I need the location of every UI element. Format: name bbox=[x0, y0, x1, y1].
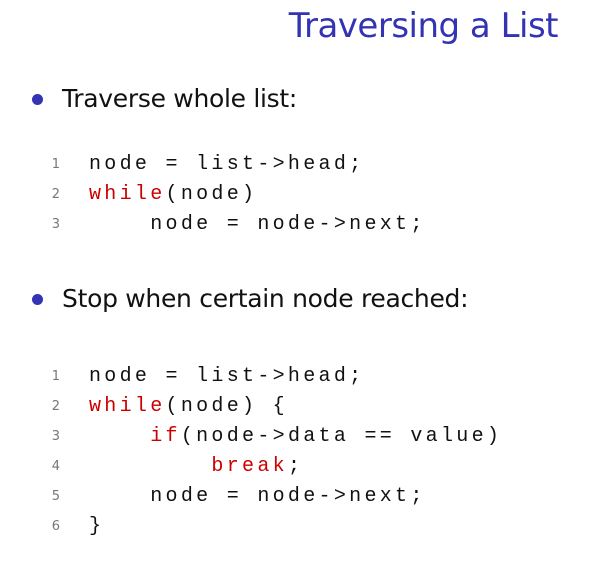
code-token: (node->data == value) bbox=[180, 425, 503, 448]
line-number: 3 bbox=[51, 217, 60, 232]
bullet-item: Stop when certain node reached: bbox=[32, 284, 469, 313]
code-text: node = node->next; bbox=[89, 210, 426, 240]
bullet-icon bbox=[32, 94, 43, 105]
line-number: 2 bbox=[51, 187, 60, 202]
line-number: 1 bbox=[51, 369, 60, 384]
code-text: break; bbox=[89, 452, 303, 482]
line-number: 1 bbox=[51, 157, 60, 172]
line-number: 4 bbox=[51, 459, 60, 474]
code-token: (node) bbox=[165, 183, 258, 206]
code-token: node = list->head; bbox=[89, 153, 365, 176]
code-text: node = list->head; bbox=[89, 150, 364, 180]
line-number: 5 bbox=[51, 489, 60, 504]
code-token: } bbox=[89, 515, 105, 538]
bullet-item: Traverse whole list: bbox=[32, 84, 297, 113]
code-keyword: while bbox=[89, 395, 166, 418]
code-text: if(node->data == value) bbox=[89, 422, 502, 452]
line-number: 3 bbox=[51, 429, 60, 444]
code-keyword: while bbox=[89, 183, 166, 206]
code-keyword: if bbox=[150, 425, 181, 448]
bullet-icon bbox=[32, 294, 43, 305]
code-token: node = list->head; bbox=[89, 365, 365, 388]
line-number: 2 bbox=[51, 399, 60, 414]
code-text: while(node) { bbox=[89, 392, 288, 422]
code-token: (node) { bbox=[165, 395, 288, 418]
code-token: node = node->next; bbox=[150, 485, 426, 508]
code-text: node = list->head; bbox=[89, 362, 364, 392]
code-text: while(node) bbox=[89, 180, 257, 210]
bullet-text: Stop when certain node reached: bbox=[62, 284, 469, 313]
slide-title: Traversing a List bbox=[288, 6, 559, 46]
code-text: } bbox=[89, 512, 104, 542]
code-text: node = node->next; bbox=[89, 482, 426, 512]
code-keyword: break bbox=[211, 455, 288, 478]
code-token: ; bbox=[287, 455, 304, 478]
line-number: 6 bbox=[51, 519, 60, 534]
code-token: node = node->next; bbox=[150, 213, 426, 236]
bullet-text: Traverse whole list: bbox=[62, 84, 298, 113]
